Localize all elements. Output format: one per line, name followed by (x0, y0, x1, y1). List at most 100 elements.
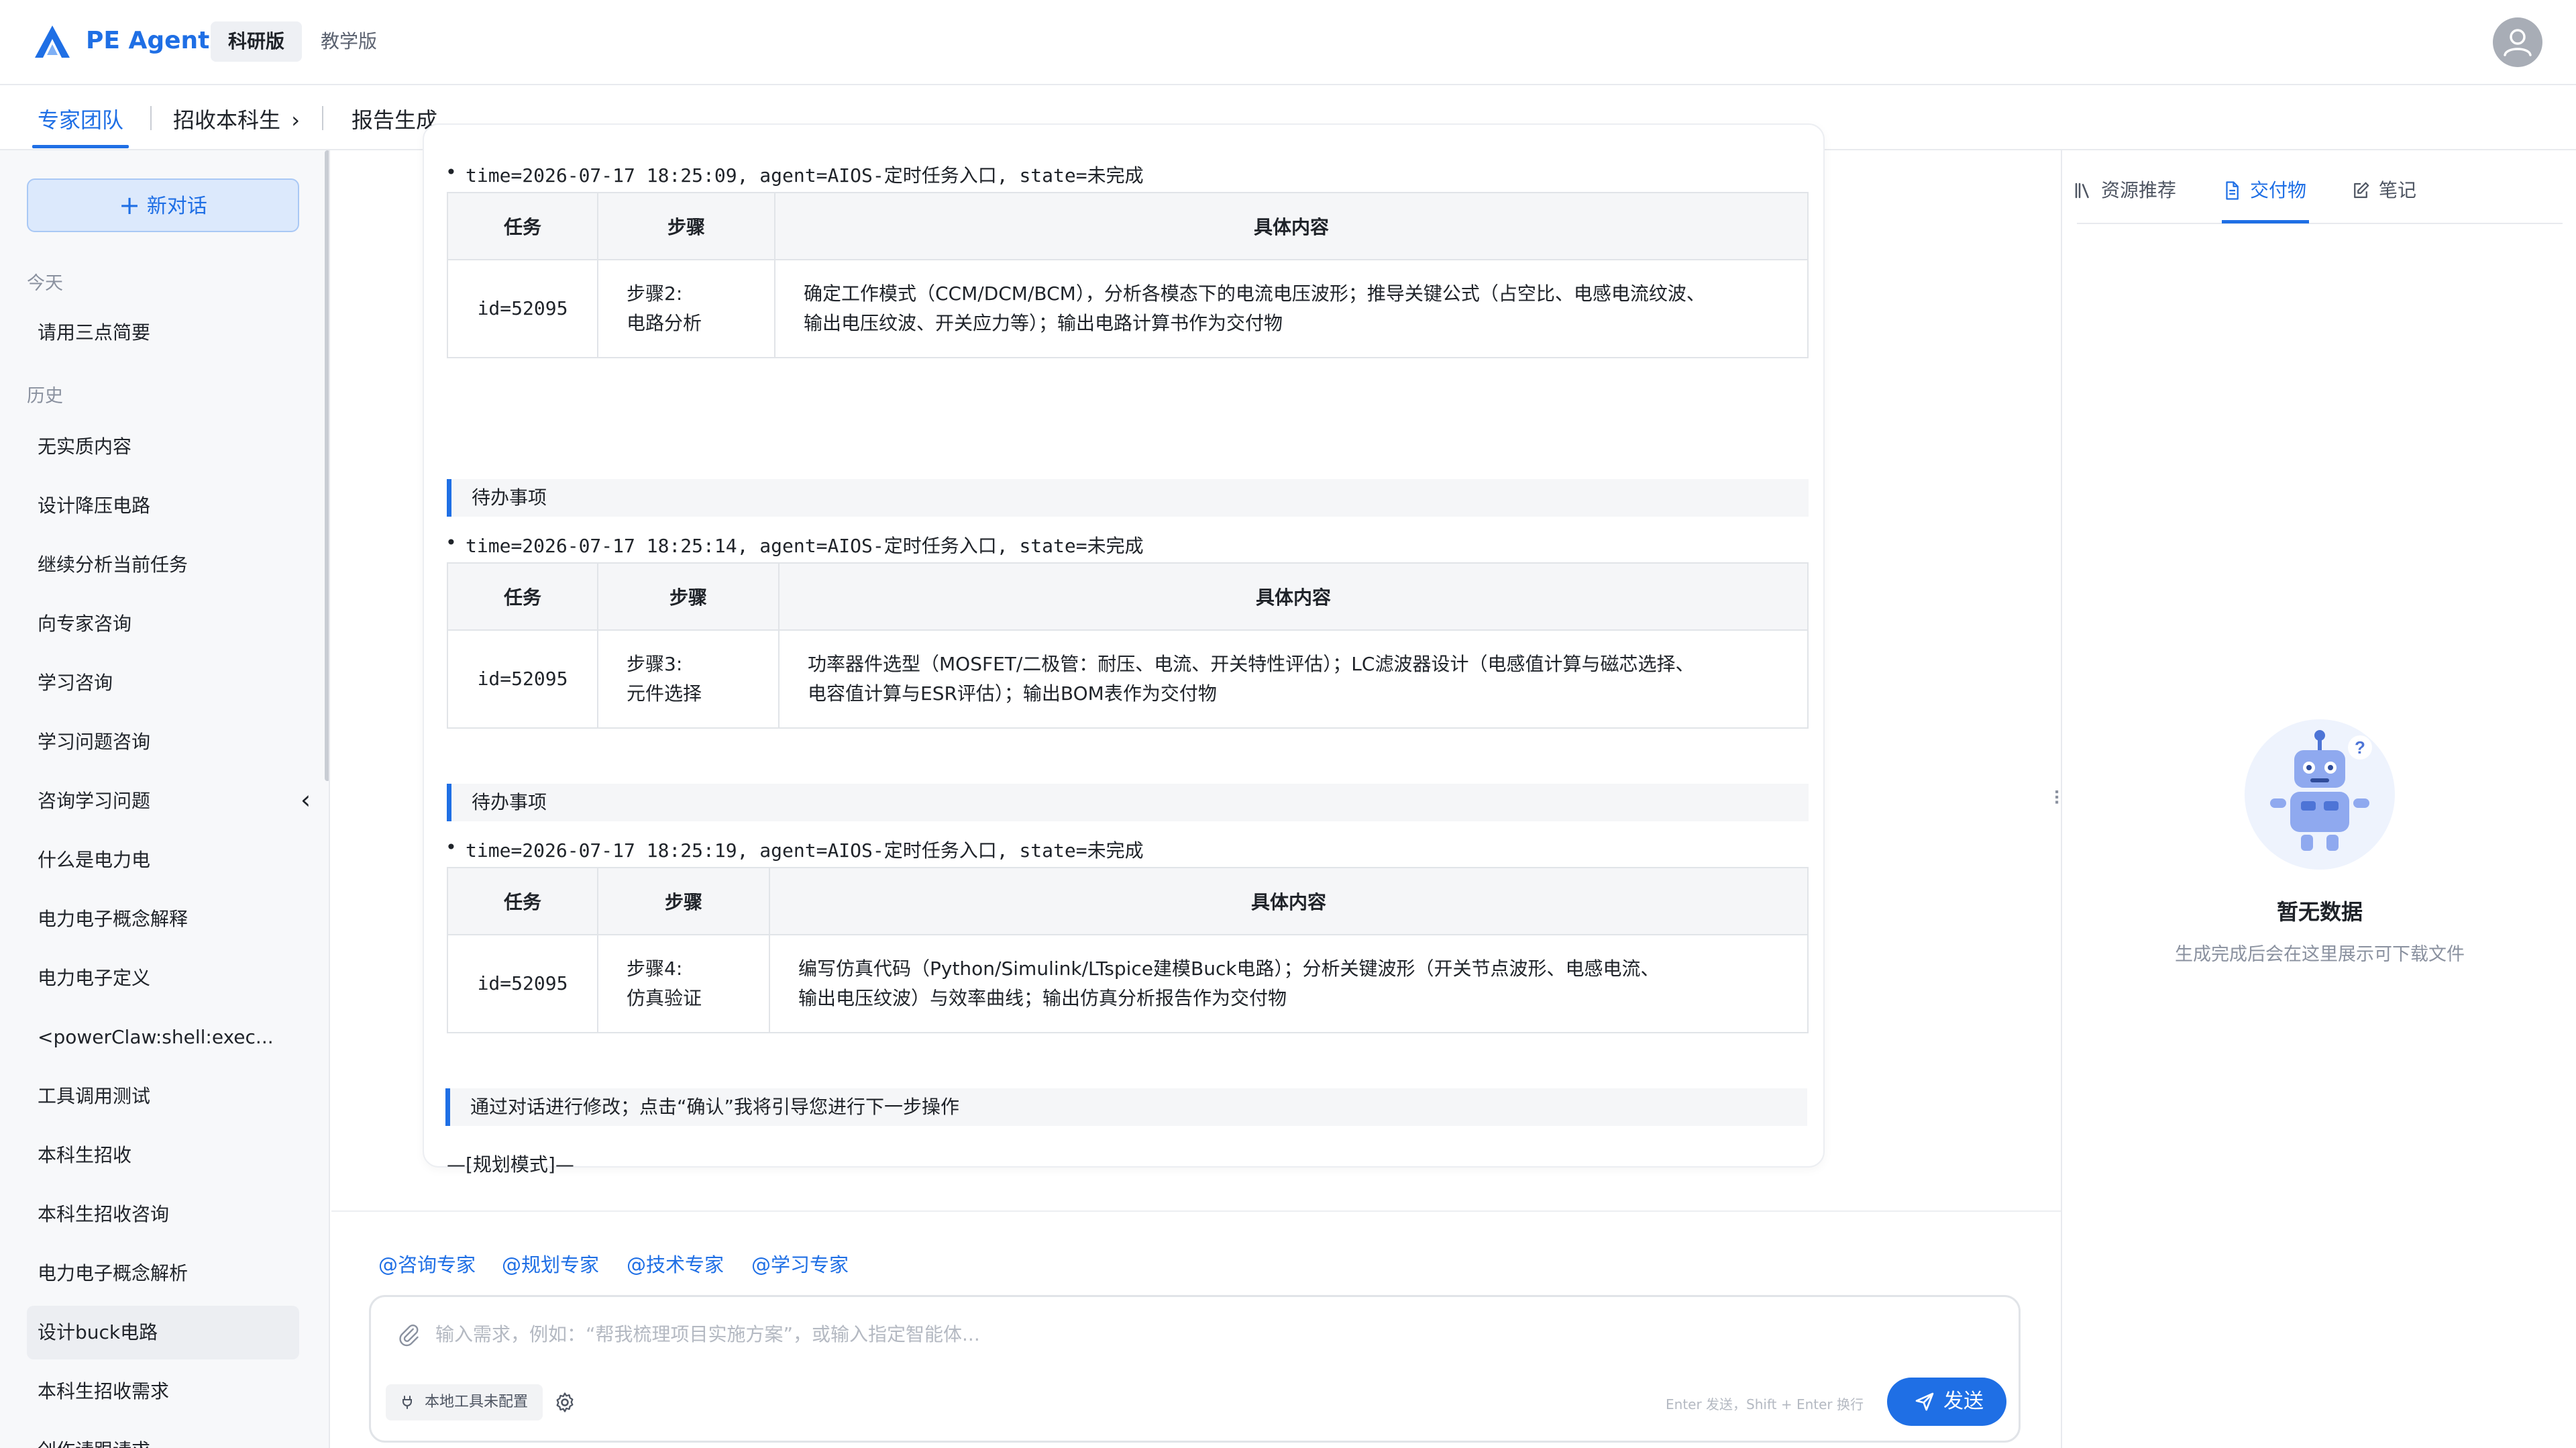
sidebar-item[interactable]: 本科生招收 (27, 1129, 299, 1182)
table-header: 步骤 (597, 562, 780, 631)
app-name: PE Agent (86, 27, 210, 54)
table-header: 具体内容 (778, 562, 1809, 631)
sidebar-item[interactable]: 向专家咨询 (27, 597, 299, 651)
paperclip-icon[interactable] (396, 1323, 421, 1347)
chat-main: time=2026-07-17 18:25:09, agent=AIOS-定时任… (331, 123, 2061, 1448)
task-id: id=52095 (447, 934, 598, 1033)
sidebar-item[interactable]: 本科生招收需求 (27, 1365, 299, 1418)
plus-icon: + (119, 191, 140, 220)
table-row: id=52095 步骤2: 电路分析 确定工作模式（CCM/DCM/BCM），分… (447, 259, 1809, 358)
group-label-history: 历史 (27, 386, 63, 407)
tab-deliverables[interactable]: 交付物 (2222, 176, 2306, 203)
step-name: 仿真验证 (627, 987, 702, 1009)
version-teaching[interactable]: 教学版 (303, 21, 394, 62)
table-header: 任务 (447, 562, 598, 631)
task-content: 确定工作模式（CCM/DCM/BCM），分析各模态下的电流电压波形；推导关键公式… (774, 259, 1809, 358)
tab-resources[interactable]: 资源推荐 (2073, 176, 2176, 203)
new-chat-button[interactable]: + 新对话 (27, 178, 299, 232)
sidebar: + 新对话 今天 请用三点简要 历史 无实质内容 设计降压电路 继续分析当前任务 … (0, 150, 330, 1448)
plug-icon (402, 1396, 412, 1409)
keyboard-hint: Enter 发送，Shift + Enter 换行 (1666, 1396, 1864, 1412)
user-avatar[interactable] (2493, 17, 2542, 67)
message-input[interactable] (435, 1317, 1911, 1351)
task-table: 任务 步骤 具体内容 id=52095 步骤2: 电路分析 确定工作模式（CCM… (447, 192, 1809, 358)
robot-empty-icon: ? (2245, 719, 2395, 870)
mode-line: —[规划模式]— (447, 1153, 574, 1176)
step-number: 步骤4: (627, 958, 683, 980)
mention-learn-expert[interactable]: @学习专家 (751, 1249, 849, 1278)
empty-state-title: 暂无数据 (2276, 899, 2363, 925)
step-name: 元件选择 (627, 682, 702, 705)
sidebar-item[interactable]: 学习问题咨询 (27, 715, 299, 769)
step-name: 电路分析 (627, 312, 702, 334)
user-icon (2504, 29, 2532, 56)
mention-tech-expert[interactable]: @技术专家 (627, 1249, 724, 1278)
task-content: 功率器件选型（MOSFET/二极管：耐压、电流、开关特性评估）；LC滤波器设计（… (778, 629, 1809, 729)
task-step: 步骤3: 元件选择 (597, 629, 780, 729)
local-tool-label: 本地工具未配置 (425, 1394, 529, 1410)
sidebar-item[interactable]: 继续分析当前任务 (27, 538, 299, 592)
tab-expert-team[interactable]: 专家团队 (38, 103, 123, 134)
content-line: 输出电压纹波、开关应力等）；输出电路计算书作为交付物 (804, 312, 1283, 334)
tab-resources-label: 资源推荐 (2101, 179, 2177, 201)
content-line: 输出电压纹波）与效率曲线；输出仿真分析报告作为交付物 (798, 987, 1287, 1009)
sidebar-item-selected[interactable]: 设计buck电路 (27, 1306, 299, 1359)
sidebar-item[interactable]: <powerClaw:shell:exec... (27, 1011, 299, 1064)
sidebar-item[interactable]: 设计降压电路 (27, 479, 299, 533)
logo-icon (35, 25, 70, 58)
sidebar-item[interactable]: 创作请跟请求 (27, 1424, 299, 1448)
send-label: 发送 (1943, 1390, 1984, 1413)
mention-plan-expert[interactable]: @规划专家 (502, 1249, 599, 1278)
tab-undergrad-recruit-label: 招收本科生 (173, 107, 281, 133)
confirm-note: 通过对话进行修改；点击“确认”我将引导您进行下一步操作 (445, 1088, 1807, 1126)
task-step: 步骤4: 仿真验证 (597, 934, 770, 1033)
sidebar-item[interactable]: 工具调用测试 (27, 1070, 299, 1123)
task-step: 步骤2: 电路分析 (597, 259, 775, 358)
tab-deliverables-label: 交付物 (2250, 179, 2307, 201)
empty-state-subtitle: 生成完成后会在这里展示可下载文件 (2175, 944, 2465, 965)
sidebar-item[interactable]: 电力电子定义 (27, 951, 299, 1005)
assistant-message-card: time=2026-07-17 18:25:09, agent=AIOS-定时任… (423, 123, 1825, 1176)
content-line: 编写仿真代码（Python/Simulink/LTspice建模Buck电路）；… (798, 958, 1660, 980)
composer-box: 本地工具未配置 Enter 发送，Shift + Enter 换行 发送 (369, 1295, 2021, 1443)
table-header: 任务 (447, 192, 598, 260)
step-number: 步骤3: (627, 653, 683, 675)
sidebar-item[interactable]: 学习咨询 (27, 656, 299, 710)
sidebar-scrollbar[interactable] (325, 150, 329, 781)
tab-undergrad-recruit[interactable]: 招收本科生 › (173, 103, 300, 134)
library-icon (2075, 183, 2089, 199)
task-bullet: time=2026-07-17 18:25:09, agent=AIOS-定时任… (445, 161, 1144, 188)
sidebar-item[interactable]: 请用三点简要 (27, 306, 299, 360)
table-header: 步骤 (597, 867, 770, 935)
mention-consult-expert[interactable]: @咨询专家 (378, 1249, 476, 1278)
sidebar-item[interactable]: 什么是电力电 (27, 833, 299, 887)
sidebar-item[interactable]: 咨询学习问题 (27, 774, 299, 828)
content-line: 功率器件选型（MOSFET/二极管：耐压、电流、开关特性评估）；LC滤波器设计（… (808, 653, 1695, 675)
tab-notes[interactable]: 笔记 (2351, 176, 2416, 203)
sidebar-item[interactable]: 无实质内容 (27, 420, 299, 474)
new-chat-label: 新对话 (146, 195, 207, 218)
table-header: 具体内容 (769, 867, 1809, 935)
table-row: id=52095 步骤3: 元件选择 功率器件选型（MOSFET/二极管：耐压、… (447, 629, 1809, 729)
document-icon (2226, 181, 2239, 200)
send-icon (1915, 1392, 1934, 1411)
version-research[interactable]: 科研版 (211, 21, 303, 62)
group-label-today: 今天 (27, 273, 63, 294)
todo-label: 待办事项 (447, 479, 1809, 517)
table-row: id=52095 步骤4: 仿真验证 编写仿真代码（Python/Simulin… (447, 934, 1809, 1033)
nav-divider (150, 106, 152, 130)
collapse-sidebar-icon[interactable]: ‹ (301, 785, 311, 815)
sidebar-item[interactable]: 电力电子概念解析 (27, 1247, 299, 1300)
task-id: id=52095 (447, 629, 598, 729)
tab-report-generation[interactable]: 报告生成 (352, 103, 437, 134)
chevron-right-icon: › (291, 107, 300, 133)
send-button[interactable]: 发送 (1887, 1378, 2006, 1426)
tab-notes-label: 笔记 (2379, 179, 2417, 201)
task-content: 编写仿真代码（Python/Simulink/LTspice建模Buck电路）；… (769, 934, 1809, 1033)
gear-icon[interactable] (553, 1391, 576, 1414)
sidebar-item[interactable]: 电力电子概念解释 (27, 892, 299, 946)
local-tool-chip[interactable]: 本地工具未配置 (386, 1384, 543, 1420)
sidebar-item[interactable]: 本科生招收咨询 (27, 1188, 299, 1241)
edit-note-icon (2354, 182, 2369, 199)
content-line: 电容值计算与ESR评估）；输出BOM表作为交付物 (808, 682, 1217, 705)
